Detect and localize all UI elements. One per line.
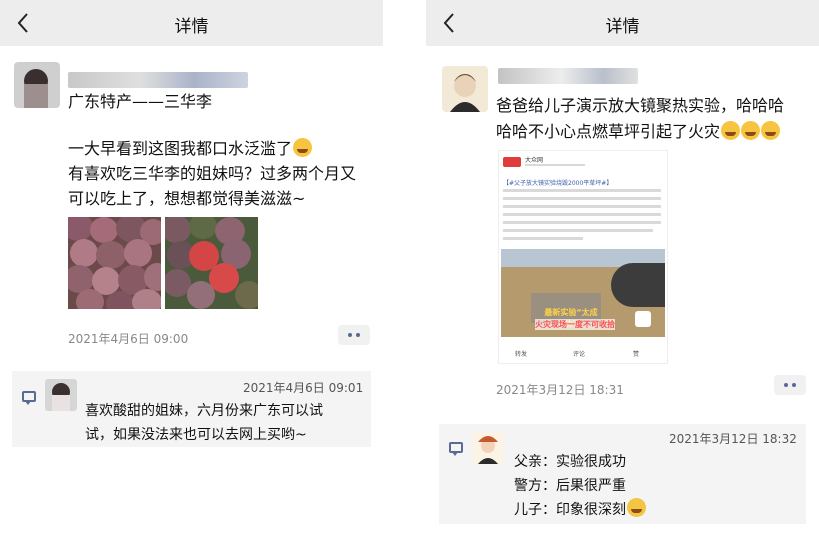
comment-text-line-1: 喜欢酸甜的姐妹，六月份来广东可以试 [85, 403, 323, 419]
plum-photo-1[interactable] [68, 217, 161, 309]
post-timestamp: 2021年4月6日 09:00 [68, 332, 189, 346]
page-title: 详情 [174, 17, 209, 37]
dog-face-icon [627, 498, 646, 517]
page-title: 详情 [605, 17, 640, 37]
news-video-frame[interactable]: 最新实验“太成功” 火灾现场一度不可收拾 [501, 249, 665, 337]
tears-of-joy-icon [721, 121, 741, 140]
post-body-line-1: 爸爸给儿子演示放大镜聚热实验，哈哈哈 [496, 96, 785, 115]
comment-time: 2021年4月6日 09:01 [243, 381, 364, 395]
post-timestamp: 2021年3月12日 18:31 [496, 383, 624, 397]
more-actions-button[interactable] [774, 375, 806, 395]
post-body-line-1: 一大早看到这图我都口水泛滥了 [68, 136, 313, 161]
news-action-repost: 转发 [515, 351, 528, 358]
comment-section: 2021年4月6日 09:01 喜欢酸甜的姐妹，六月份来广东可以试 试，如果没法… [12, 371, 371, 447]
news-action-like: 赞 [633, 351, 640, 358]
comment-text-line-2: 试，如果没法来也可以去网上买哟~ [85, 427, 307, 443]
plum-photo-2[interactable] [165, 217, 258, 309]
left-moment-detail: 详情 广东特产——三华李 一大早看到这图我都口水泛滥了 有喜欢吃三华李的姐妹吗？… [0, 0, 383, 546]
comment-text-line-1: 父亲：实验很成功 [514, 454, 626, 470]
username-blurred[interactable] [68, 72, 248, 88]
more-actions-button[interactable] [338, 325, 370, 345]
dot-icon [792, 383, 796, 387]
shared-news-image[interactable]: 大众网 【#父子放大镜实验烧毁2000平草坪#】 最新实验“太成功” 火灾现场一… [498, 150, 668, 364]
news-caption-2: 火灾现场一度不可收拾 [535, 319, 615, 330]
comment-text-line-2: 警方：后果很严重 [514, 478, 626, 494]
dot-icon [348, 333, 352, 337]
tears-of-joy-icon [761, 121, 781, 140]
post-headline: 广东特产——三华李 [68, 92, 213, 111]
post-body-line-2: 哈哈不小心点燃草坪引起了火灾 [496, 119, 781, 144]
dot-icon [784, 383, 788, 387]
comment-time: 2021年3月12日 18:32 [669, 432, 797, 446]
post-body-line-3: 可以吃上了，想想都觉得美滋滋~ [68, 189, 306, 208]
news-hashtag: 【#父子放大镜实验烧毁2000平草坪#】 [503, 180, 613, 187]
username-blurred[interactable] [498, 68, 638, 84]
tears-of-joy-icon [741, 121, 761, 140]
news-action-comment: 评论 [573, 351, 586, 358]
news-logo-icon [503, 157, 521, 167]
avatar[interactable] [14, 62, 60, 108]
avatar[interactable] [442, 66, 488, 112]
post-body-line-2: 有喜欢吃三华李的姐妹吗？过多两个月又 [68, 164, 357, 183]
top-bar: 详情 [426, 0, 819, 46]
drooling-face-icon [293, 138, 313, 157]
commenter-avatar[interactable] [45, 379, 77, 411]
comment-icon [22, 391, 36, 405]
top-bar: 详情 [0, 0, 383, 46]
comment-text-line-3: 儿子：印象很深刻 [514, 498, 646, 522]
right-moment-detail: 详情 爸爸给儿子演示放大镜聚热实验，哈哈哈 哈哈不小心点燃草坪引起了火灾 大众网… [426, 0, 819, 546]
dot-icon [356, 333, 360, 337]
comment-icon [449, 442, 463, 456]
news-source: 大众网 [525, 157, 544, 164]
commenter-avatar[interactable] [472, 432, 504, 464]
comment-section: 2021年3月12日 18:32 父亲：实验很成功 警方：后果很严重 儿子：印象… [439, 424, 806, 524]
